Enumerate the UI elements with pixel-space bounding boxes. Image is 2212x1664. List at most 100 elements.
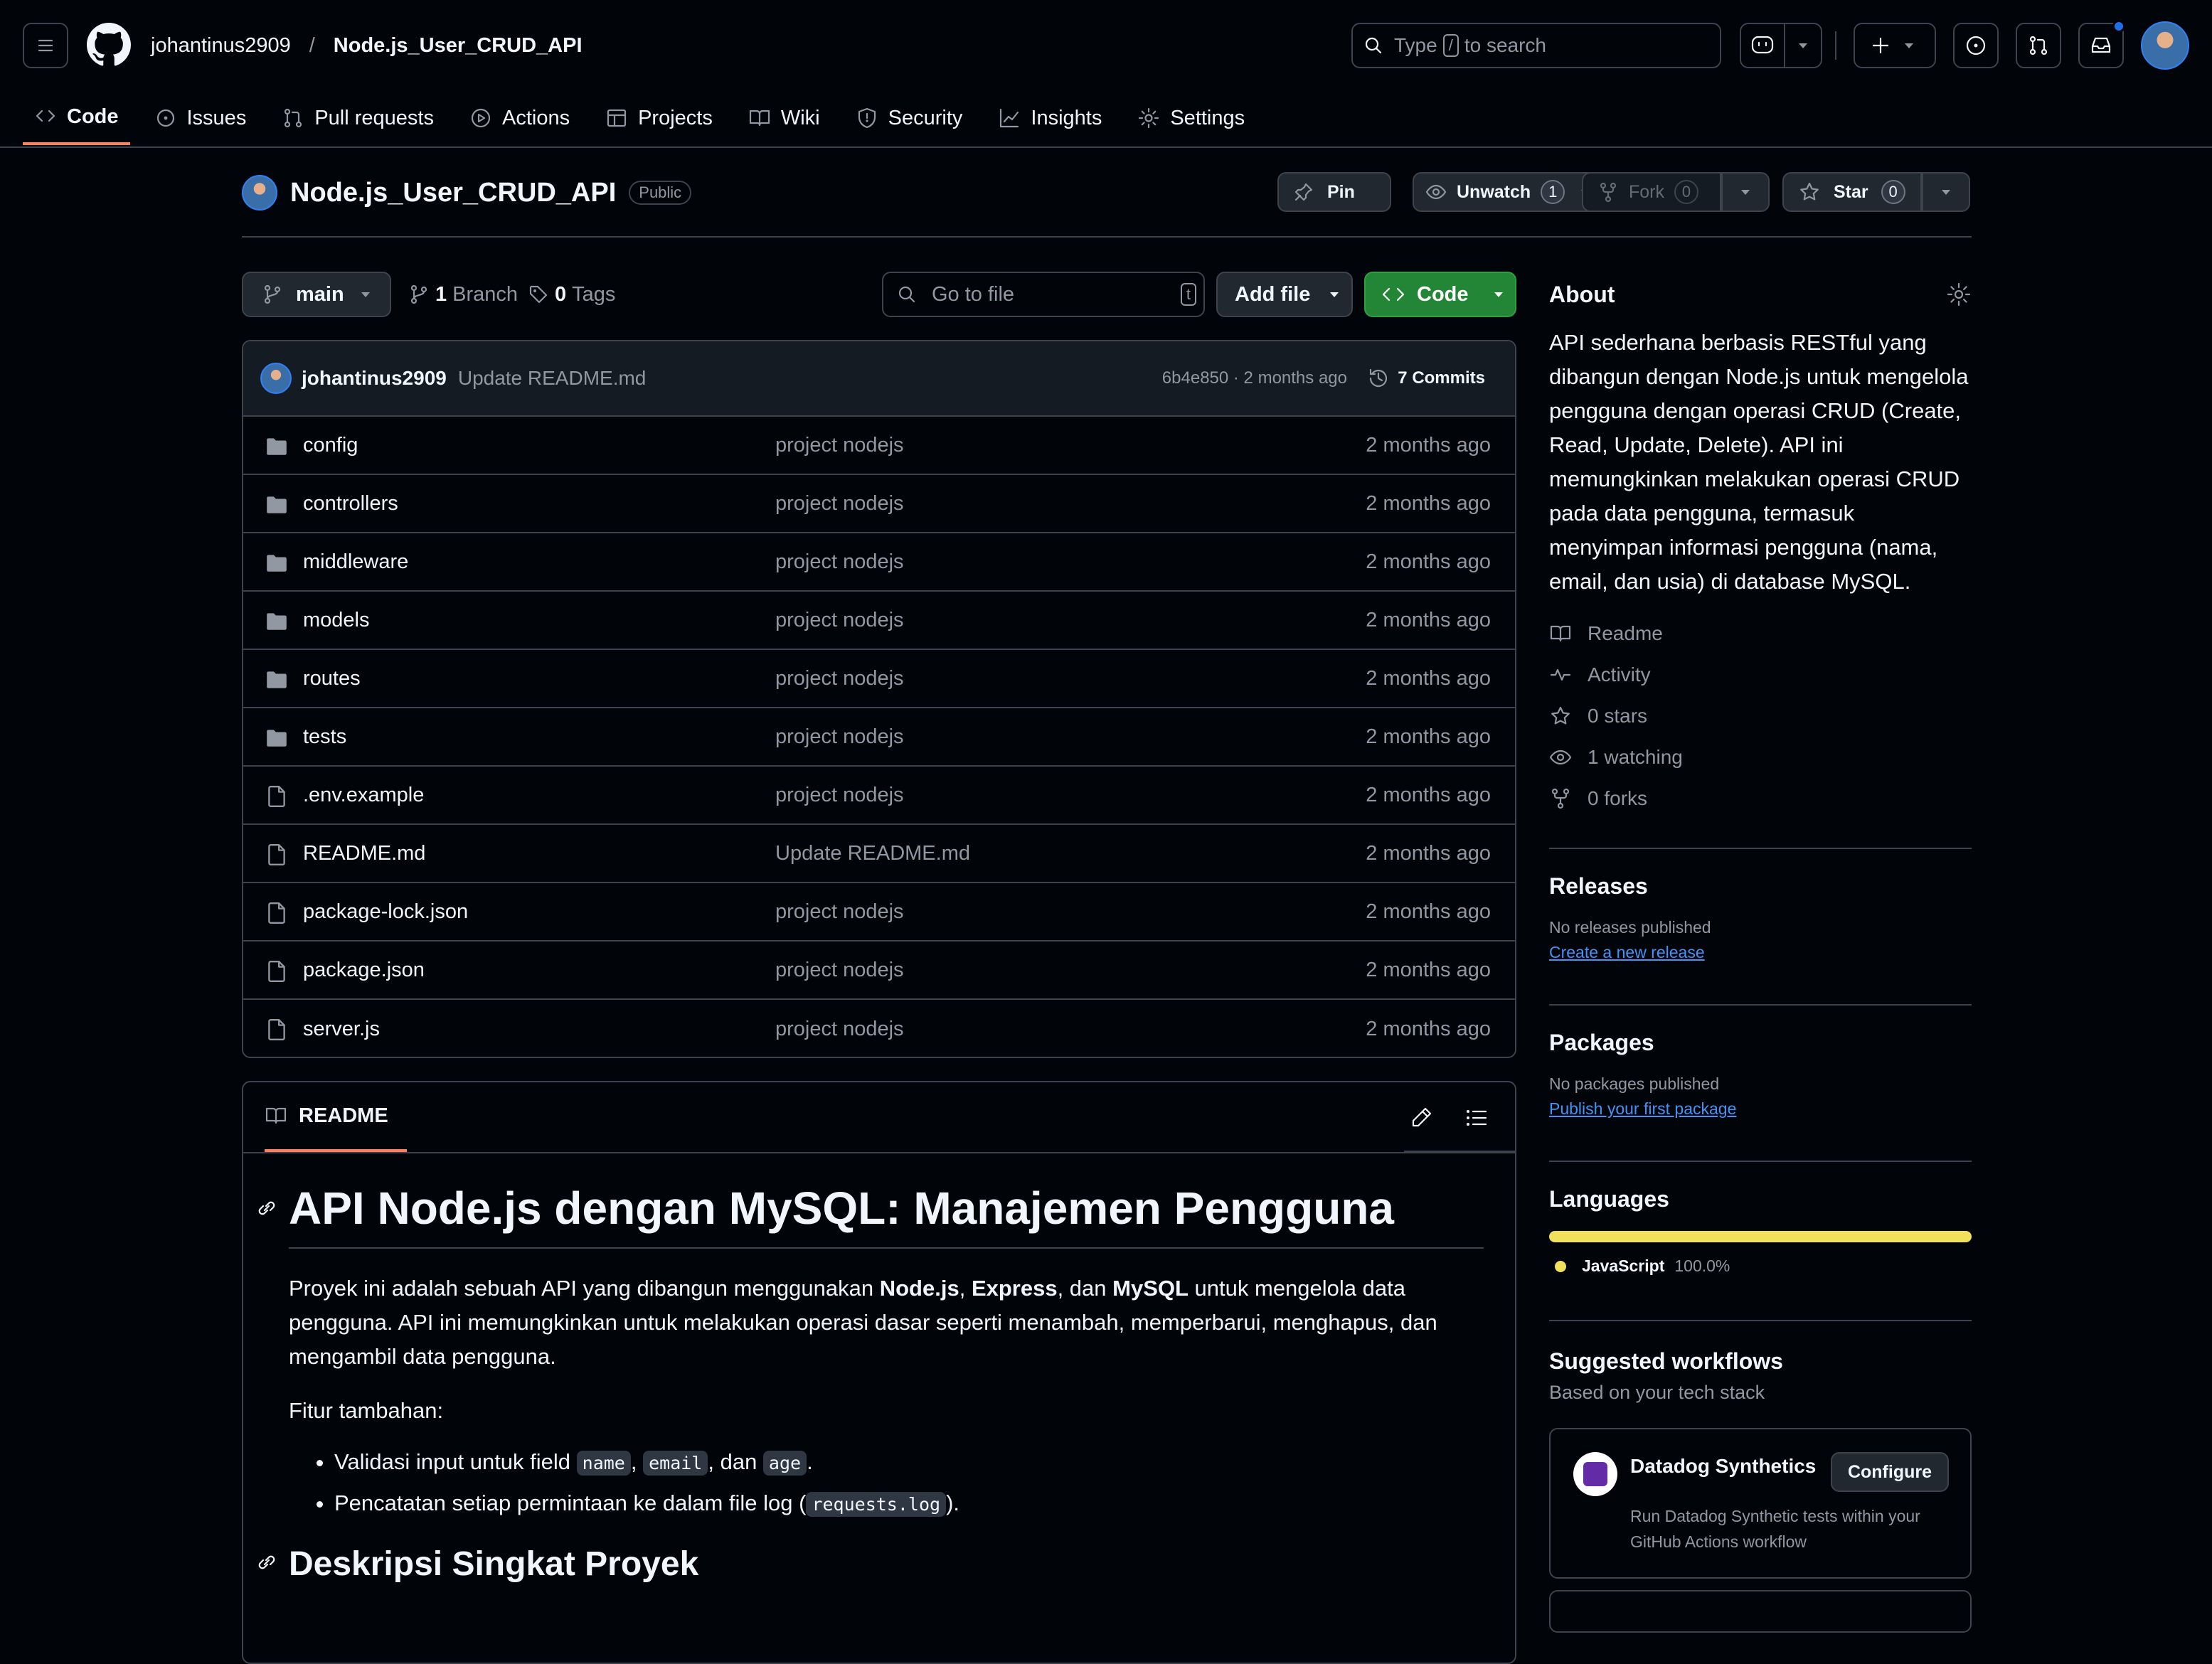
repo-title: Node.js_User_CRUD_API Public	[242, 175, 692, 210]
commits-link[interactable]: 7 Commits	[1366, 366, 1485, 390]
unwatch-button[interactable]: Unwatch 1	[1413, 172, 1599, 212]
copilot-button[interactable]	[1740, 23, 1822, 68]
file-name[interactable]: models	[303, 609, 370, 632]
pull-requests-button[interactable]	[2016, 23, 2061, 68]
table-row[interactable]: config project nodejs 2 months ago	[243, 417, 1515, 475]
about-link-eye[interactable]: 1 watching	[1549, 737, 1972, 778]
star-count: 0	[1881, 180, 1905, 204]
file-name[interactable]: controllers	[303, 492, 398, 516]
tab-insights[interactable]: Insights	[987, 91, 1113, 145]
repo-name[interactable]: Node.js_User_CRUD_API	[290, 178, 616, 208]
table-row[interactable]: controllers project nodejs 2 months ago	[243, 475, 1515, 533]
publish-package-link[interactable]: Publish your first package	[1549, 1099, 1972, 1119]
outline-button[interactable]	[1462, 1104, 1491, 1136]
commit-message[interactable]: project nodejs	[775, 434, 904, 457]
releases-title[interactable]: Releases	[1549, 873, 1972, 900]
commit-message[interactable]: project nodejs	[775, 959, 904, 982]
about-link-label: 1 watching	[1588, 746, 1683, 768]
commit-message[interactable]: project nodejs	[775, 550, 904, 574]
tab-code[interactable]: Code	[23, 91, 130, 145]
file-name[interactable]: config	[303, 434, 358, 457]
gear-icon[interactable]	[1946, 282, 1972, 307]
menu-button[interactable]	[23, 23, 68, 68]
user-avatar[interactable]	[2141, 21, 2189, 70]
language-bar	[1549, 1231, 1972, 1242]
commit-message[interactable]: project nodejs	[775, 609, 904, 632]
file-name[interactable]: tests	[303, 725, 346, 749]
github-logo-icon[interactable]	[87, 23, 131, 70]
tags-link[interactable]: 0 Tags	[528, 272, 615, 317]
commit-date: 2 months ago	[1366, 900, 1491, 923]
add-file-button[interactable]: Add file	[1216, 272, 1353, 317]
star-dropdown-button[interactable]	[1922, 172, 1970, 212]
file-name[interactable]: README.md	[303, 842, 425, 865]
link-icon[interactable]	[255, 1550, 279, 1574]
hamburger-icon	[38, 39, 53, 52]
table-row[interactable]: package-lock.json project nodejs 2 months …	[243, 883, 1515, 942]
about-link-star[interactable]: 0 stars	[1549, 695, 1972, 737]
file-name[interactable]: package.json	[303, 959, 425, 982]
pin-button[interactable]: Pin	[1277, 172, 1391, 212]
table-row[interactable]: .env.example project nodejs 2 months ago	[243, 767, 1515, 825]
file-name[interactable]: .env.example	[303, 784, 424, 807]
owner-link[interactable]: johantinus2909	[151, 28, 291, 63]
play-icon	[471, 108, 491, 128]
tab-pull-requests[interactable]: Pull requests	[270, 91, 445, 145]
branches-link[interactable]: 1 Branch	[408, 272, 518, 317]
commit-message[interactable]: project nodejs	[775, 784, 904, 807]
repo-link[interactable]: Node.js_User_CRUD_API	[334, 28, 583, 63]
about-link-pulse[interactable]: Activity	[1549, 654, 1972, 695]
tab-projects[interactable]: Projects	[594, 91, 724, 145]
tab-issues[interactable]: Issues	[143, 91, 258, 145]
commit-message[interactable]: project nodejs	[775, 725, 904, 749]
code-button[interactable]: Code	[1364, 272, 1516, 317]
language-item[interactable]: JavaScript 100.0%	[1549, 1257, 1972, 1276]
table-row[interactable]: README.md Update README.md 2 months ago	[243, 825, 1515, 883]
commit-message[interactable]: Update README.md	[775, 842, 970, 865]
workflow-card: Datadog Synthetics Configure Run Datadog…	[1549, 1428, 1972, 1579]
fork-button[interactable]: Fork 0	[1582, 172, 1721, 212]
commit-message[interactable]: Update README.md	[458, 367, 647, 390]
tab-actions[interactable]: Actions	[458, 91, 581, 145]
star-button[interactable]: Star 0	[1782, 172, 1922, 212]
issues-button[interactable]	[1953, 23, 1999, 68]
branch-selector[interactable]: main	[242, 272, 391, 317]
table-row[interactable]: package.json project nodejs 2 months ago	[243, 942, 1515, 1000]
table-row[interactable]: models project nodejs 2 months ago	[243, 592, 1515, 650]
commit-author[interactable]: johantinus2909	[302, 367, 447, 390]
tab-security[interactable]: Security	[844, 91, 974, 145]
folder-icon	[267, 438, 287, 455]
languages-title: Languages	[1549, 1186, 1669, 1212]
commit-message[interactable]: project nodejs	[775, 492, 904, 516]
repo-nav-tabs: Code Issues Pull requests Actions Projects Wi…	[23, 91, 1269, 148]
about-link-book[interactable]: Readme	[1549, 613, 1972, 654]
commit-message[interactable]: project nodejs	[775, 667, 904, 690]
search-input[interactable]: Type / to search	[1351, 23, 1721, 68]
create-new-button[interactable]	[1854, 23, 1936, 68]
create-release-link[interactable]: Create a new release	[1549, 943, 1972, 962]
file-name[interactable]: middleware	[303, 550, 408, 574]
readme-tab[interactable]: README	[265, 1082, 407, 1152]
file-name[interactable]: routes	[303, 667, 361, 690]
file-name[interactable]: server.js	[303, 1018, 380, 1041]
table-row[interactable]: server.js project nodejs 2 months ago	[243, 1000, 1515, 1057]
about-link-fork[interactable]: 0 forks	[1549, 778, 1972, 819]
edit-readme-button[interactable]	[1407, 1104, 1435, 1136]
commit-message[interactable]: project nodejs	[775, 1018, 904, 1041]
table-row[interactable]: tests project nodejs 2 months ago	[243, 708, 1515, 767]
table-row[interactable]: middleware project nodejs 2 months ago	[243, 533, 1515, 592]
fork-dropdown-button[interactable]	[1721, 172, 1770, 212]
readme-features-list: Validasi input untuk field name, email, …	[289, 1442, 1484, 1525]
commit-author-avatar	[260, 363, 292, 394]
table-row[interactable]: routes project nodejs 2 months ago	[243, 650, 1515, 708]
packages-title[interactable]: Packages	[1549, 1030, 1972, 1056]
configure-button[interactable]: Configure	[1830, 1452, 1949, 1492]
file-name[interactable]: package-lock.json	[303, 900, 468, 924]
commit-message[interactable]: project nodejs	[775, 900, 904, 924]
readme-features-label: Fitur tambahan:	[289, 1398, 444, 1423]
tab-settings[interactable]: Settings	[1126, 91, 1256, 145]
go-to-file-input[interactable]: Go to file t	[882, 272, 1205, 317]
tab-wiki[interactable]: Wiki	[737, 91, 831, 145]
link-icon[interactable]	[255, 1196, 279, 1220]
commit-hash-time[interactable]: 6b4e850 · 2 months ago	[1162, 368, 1347, 388]
